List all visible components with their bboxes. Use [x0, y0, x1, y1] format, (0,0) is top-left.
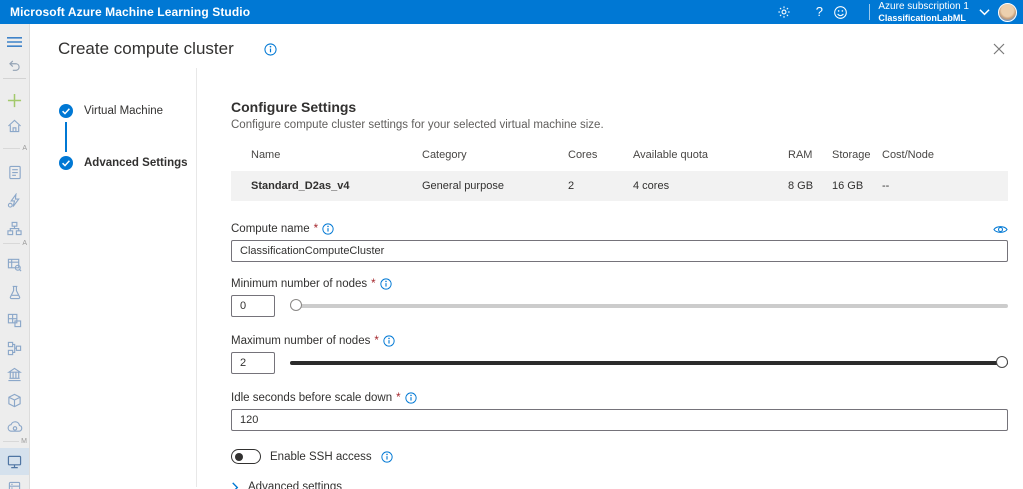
nav-section-author: A: [0, 145, 29, 152]
step-label: Virtual Machine: [84, 105, 163, 117]
idle-seconds-input[interactable]: [231, 409, 1008, 431]
automated-ml-icon[interactable]: [0, 188, 29, 212]
environments-icon[interactable]: [0, 362, 29, 386]
column-header: Cost/Node: [882, 149, 1008, 161]
nav-section-manage: M: [0, 438, 29, 445]
subscription-selector[interactable]: Azure subscription 1 ClassificationLabML: [878, 1, 977, 23]
step-virtual-machine[interactable]: Virtual Machine: [59, 104, 196, 118]
vm-cost-cell: --: [882, 180, 1008, 192]
info-icon[interactable]: [381, 451, 393, 463]
section-description: Configure compute cluster settings for y…: [231, 119, 1008, 131]
datastores-icon[interactable]: [0, 476, 29, 489]
step-complete-icon: [59, 104, 73, 118]
slider-handle[interactable]: [996, 356, 1008, 368]
dialog-title: Create compute cluster: [58, 39, 234, 59]
subscription-name: Azure subscription 1: [878, 1, 969, 13]
workspace-name: ClassificationLabML: [878, 13, 969, 23]
vm-category-cell: General purpose: [422, 180, 568, 192]
compute-name-label: Compute name: [231, 223, 310, 235]
settings-gear-icon[interactable]: [777, 5, 805, 19]
vm-storage-cell: 16 GB: [832, 180, 882, 192]
column-header: Cores: [568, 149, 633, 161]
max-nodes-slider[interactable]: [290, 355, 1008, 371]
required-mark: *: [374, 335, 378, 347]
close-icon[interactable]: [989, 39, 1009, 59]
step-advanced-settings[interactable]: Advanced Settings: [59, 156, 196, 170]
min-nodes-slider[interactable]: [290, 298, 1008, 314]
compute-name-input[interactable]: [231, 240, 1008, 262]
vm-size-table: Name Category Cores Available quota RAM …: [231, 143, 1008, 201]
help-icon[interactable]: ?: [805, 0, 833, 24]
info-icon[interactable]: [380, 278, 392, 290]
preview-eye-icon[interactable]: [993, 224, 1008, 235]
section-heading: Configure Settings: [231, 99, 1008, 115]
home-icon[interactable]: [0, 114, 29, 138]
step-complete-icon: [59, 156, 73, 170]
compute-icon[interactable]: [0, 448, 29, 475]
vm-ram-cell: 8 GB: [788, 180, 832, 192]
vm-name-cell: Standard_D2as_v4: [251, 180, 422, 192]
required-mark: *: [314, 223, 318, 235]
column-header: Storage: [832, 149, 882, 161]
vm-quota-cell: 4 cores: [633, 180, 788, 192]
components-icon[interactable]: [0, 308, 29, 332]
topbar-divider: [869, 4, 870, 20]
slider-handle[interactable]: [290, 299, 302, 311]
top-bar: Microsoft Azure Machine Learning Studio …: [0, 0, 1023, 24]
nav-divider: [3, 78, 26, 79]
endpoints-icon[interactable]: [0, 414, 29, 438]
create-compute-cluster-dialog: Create compute cluster Virtual Machine: [30, 24, 1023, 489]
column-header: RAM: [788, 149, 832, 161]
step-label: Advanced Settings: [84, 157, 188, 169]
vm-table-row[interactable]: Standard_D2as_v4 General purpose 2 4 cor…: [231, 171, 1008, 201]
required-mark: *: [371, 278, 375, 290]
pipelines-icon[interactable]: [0, 336, 29, 360]
column-header: Name: [251, 149, 422, 161]
idle-seconds-label: Idle seconds before scale down: [231, 392, 392, 404]
ssh-toggle[interactable]: [231, 449, 261, 464]
vm-cores-cell: 2: [568, 180, 633, 192]
feedback-smiley-icon[interactable]: [833, 5, 861, 20]
column-header: Available quota: [633, 149, 788, 161]
designer-icon[interactable]: [0, 216, 29, 240]
title-info-icon[interactable]: [264, 43, 277, 56]
app-title: Microsoft Azure Machine Learning Studio: [0, 5, 250, 19]
advanced-settings-expander[interactable]: Advanced settings: [231, 481, 1008, 489]
min-nodes-label: Minimum number of nodes: [231, 278, 367, 290]
jobs-icon[interactable]: [0, 280, 29, 304]
column-header: Category: [422, 149, 568, 161]
undo-icon[interactable]: [0, 53, 29, 77]
nav-section-assets: A: [0, 240, 29, 247]
chevron-down-icon[interactable]: [979, 8, 990, 16]
min-nodes-input[interactable]: [231, 295, 275, 317]
info-icon[interactable]: [322, 223, 334, 235]
user-avatar[interactable]: [998, 3, 1017, 22]
chevron-right-icon: [231, 482, 239, 489]
info-icon[interactable]: [405, 392, 417, 404]
required-mark: *: [396, 392, 400, 404]
ssh-toggle-label: Enable SSH access: [270, 451, 372, 463]
models-icon[interactable]: [0, 388, 29, 412]
max-nodes-label: Maximum number of nodes: [231, 335, 370, 347]
notebooks-icon[interactable]: [0, 160, 29, 184]
wizard-stepper: Virtual Machine Advanced Settings: [30, 68, 197, 487]
data-icon[interactable]: [0, 252, 29, 276]
max-nodes-input[interactable]: [231, 352, 275, 374]
step-connector: [65, 122, 67, 152]
vm-table-header: Name Category Cores Available quota RAM …: [231, 143, 1008, 171]
info-icon[interactable]: [383, 335, 395, 347]
left-nav-collapsed: A A: [0, 24, 30, 489]
add-new-icon[interactable]: [0, 88, 29, 112]
advanced-settings-label: Advanced settings: [248, 481, 342, 489]
menu-hamburger-icon[interactable]: [0, 30, 29, 54]
